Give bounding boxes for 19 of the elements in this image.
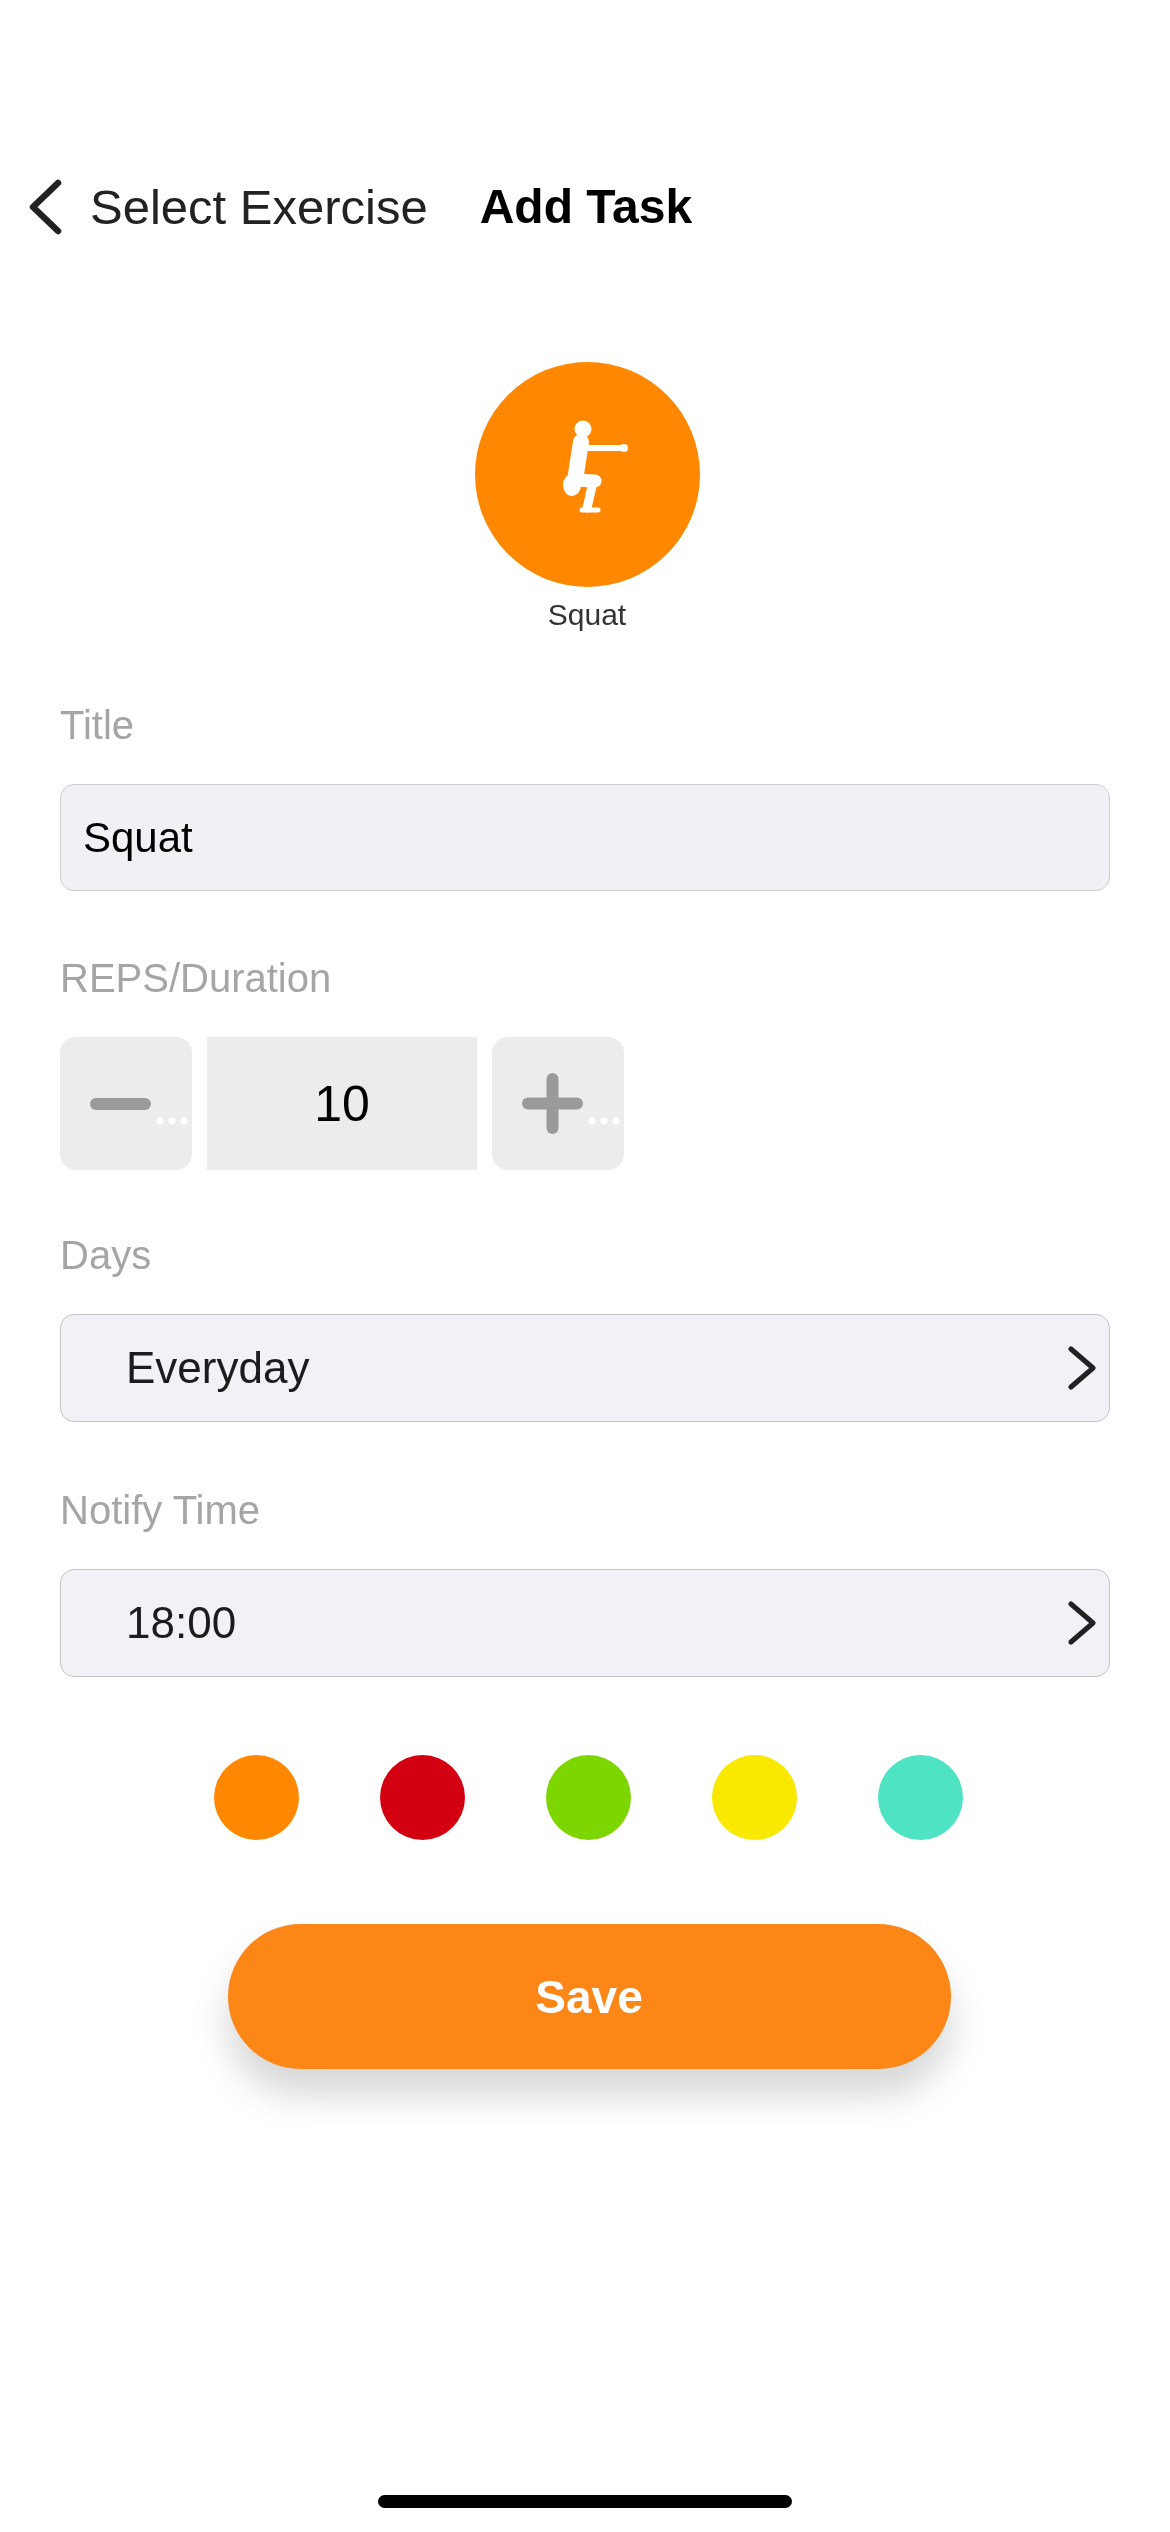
back-chevron-icon <box>28 179 62 235</box>
title-label: Title <box>60 705 135 745</box>
minus-icon <box>90 1097 151 1110</box>
exercise-name: Squat <box>547 597 627 633</box>
days-picker[interactable]: Everyday <box>60 1314 1110 1422</box>
plus-icon <box>522 1073 583 1134</box>
back-button[interactable]: Select Exercise <box>28 177 428 237</box>
days-label: Days <box>60 1235 152 1275</box>
chevron-right-icon <box>1067 1346 1097 1390</box>
title-input[interactable]: Squat <box>60 784 1110 891</box>
notify-time-picker[interactable]: 18:00 <box>60 1569 1110 1677</box>
reps-duration-label: REPS/Duration <box>60 958 332 998</box>
notify-time-label: Notify Time <box>60 1490 261 1530</box>
decrement-button[interactable] <box>60 1037 192 1170</box>
reps-value-field[interactable]: 10 <box>207 1037 477 1170</box>
screen-title: Add Task <box>479 179 693 235</box>
increment-button[interactable] <box>492 1037 624 1170</box>
squat-figure-icon <box>474 362 700 587</box>
chevron-right-icon <box>1067 1601 1097 1645</box>
